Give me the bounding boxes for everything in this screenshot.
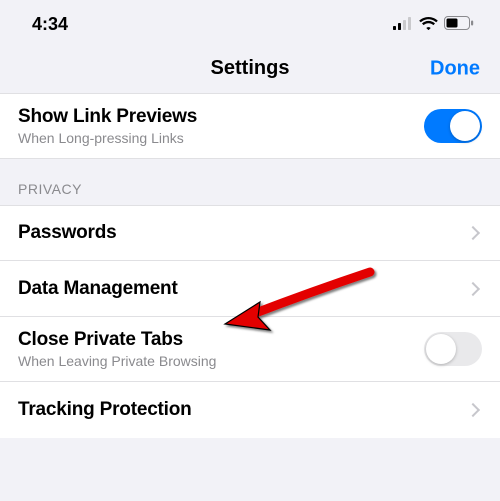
cell-show-link-previews: Show Link Previews When Long-pressing Li… [0, 93, 500, 159]
cellular-icon [393, 14, 413, 35]
wifi-icon [419, 14, 438, 35]
close-private-tabs-title: Close Private Tabs [18, 329, 216, 351]
show-link-previews-toggle[interactable] [424, 109, 482, 143]
page-title: Settings [211, 57, 290, 80]
cell-passwords[interactable]: Passwords [0, 205, 500, 261]
close-private-tabs-toggle[interactable] [424, 332, 482, 366]
status-indicators [393, 14, 474, 35]
nav-bar: Settings Done [0, 45, 500, 93]
status-time: 4:34 [32, 14, 68, 35]
done-button[interactable]: Done [430, 57, 480, 80]
privacy-section-header: PRIVACY [0, 159, 500, 205]
show-link-previews-subtitle: When Long-pressing Links [18, 130, 197, 146]
show-link-previews-title: Show Link Previews [18, 106, 197, 128]
tracking-protection-title: Tracking Protection [18, 399, 192, 421]
passwords-title: Passwords [18, 222, 117, 244]
cell-tracking-protection[interactable]: Tracking Protection [0, 382, 500, 438]
chevron-right-icon [466, 403, 480, 417]
cell-data-management[interactable]: Data Management [0, 261, 500, 317]
chevron-right-icon [466, 281, 480, 295]
chevron-right-icon [466, 226, 480, 240]
cell-close-private-tabs: Close Private Tabs When Leaving Private … [0, 317, 500, 382]
close-private-tabs-subtitle: When Leaving Private Browsing [18, 353, 216, 369]
status-bar: 4:34 [0, 0, 500, 45]
battery-icon [444, 14, 474, 35]
data-management-title: Data Management [18, 278, 178, 300]
